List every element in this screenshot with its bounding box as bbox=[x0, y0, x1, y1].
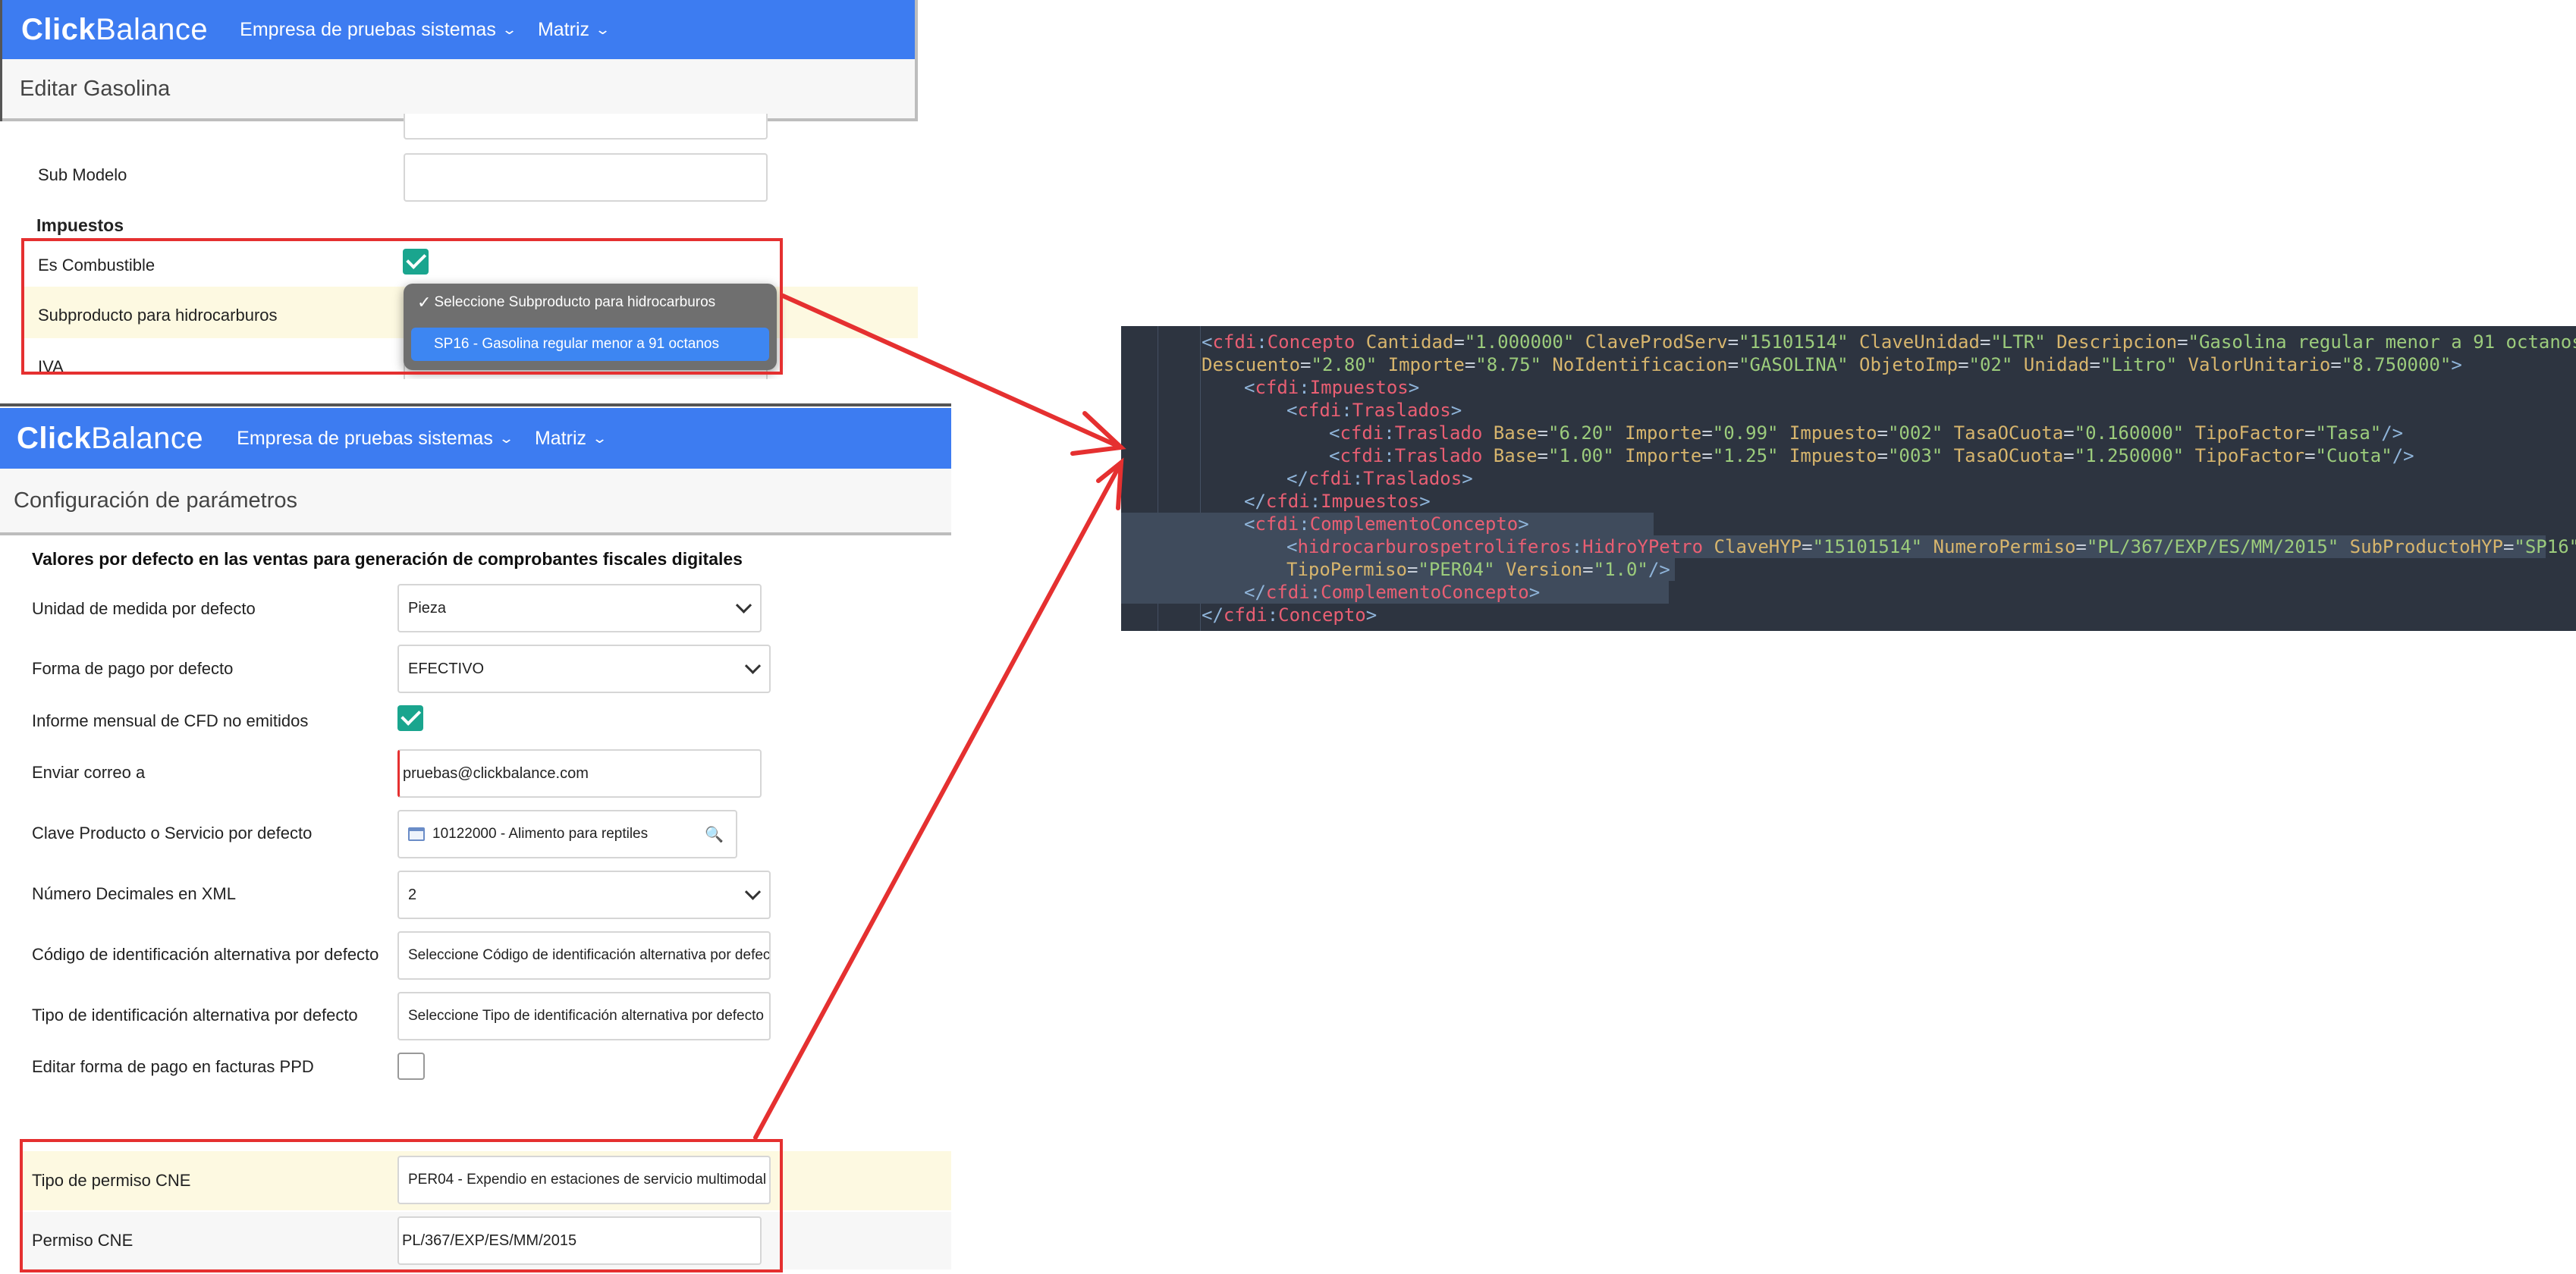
arrow-top bbox=[781, 293, 1126, 456]
annotation-arrows bbox=[753, 293, 1126, 1140]
arrow-bottom bbox=[753, 457, 1124, 1140]
